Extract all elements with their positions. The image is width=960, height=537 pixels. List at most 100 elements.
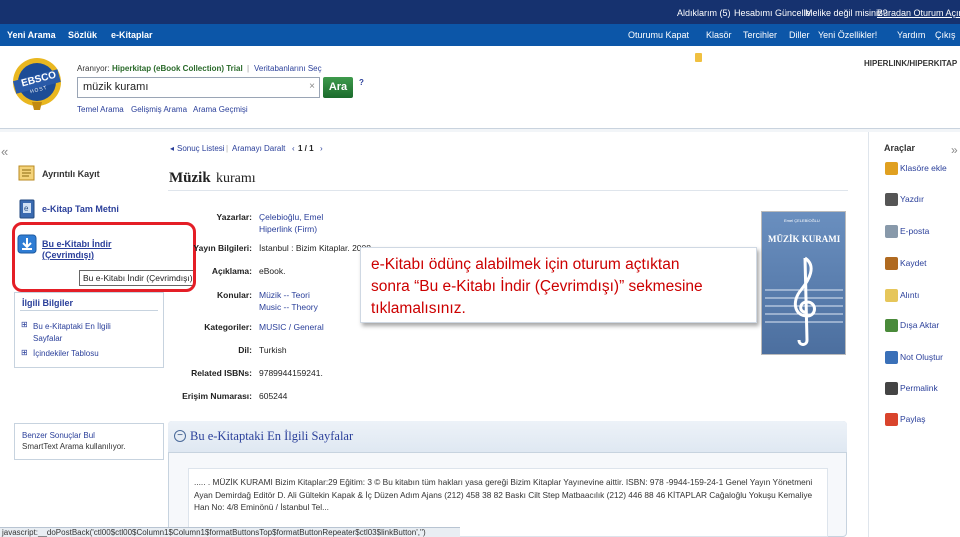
basic-search-link[interactable]: Temel Arama — [77, 105, 124, 114]
field-label-isbns: Related ISBNs: — [191, 368, 252, 378]
similar-results-box: Benzer Sonuçlar Bul SmartText Arama kull… — [14, 423, 164, 460]
expand-icon: ⊞ — [21, 348, 28, 357]
collapse-panel-icon[interactable]: − — [174, 430, 186, 442]
field-value-categories[interactable]: MUSIC / General — [259, 322, 324, 332]
note-icon — [885, 351, 898, 364]
book-cover[interactable]: Emel ÇELEBİOĞLU MÜZİK KURAMI — [761, 211, 846, 355]
field-value-subject-2[interactable]: Music -- Theory — [259, 302, 318, 312]
email-icon — [885, 225, 898, 238]
cover-title: MÜZİK KURAMI — [768, 234, 841, 244]
nav-sign-out[interactable]: Oturumu Kapat — [628, 30, 689, 40]
title-divider — [168, 190, 848, 191]
searching-label: Aranıyor: — [77, 64, 110, 73]
field-label-language: Dil: — [238, 345, 252, 355]
prev-icon[interactable]: ‹ — [292, 144, 295, 153]
folder-icon — [695, 53, 702, 62]
field-value-description: eBook. — [259, 266, 286, 276]
field-label-accession: Erişim Numarası: — [182, 391, 252, 401]
field-value-publication: İstanbul : Bizim Kitaplar. 2008 — [259, 243, 371, 253]
account-bar: Aldıklarım (5) Hesabımı Güncelle Melike … — [0, 0, 960, 24]
record-title-rest: kuramı — [216, 171, 256, 186]
nav-preferences[interactable]: Tercihler — [743, 30, 777, 40]
search-query-text: müzik kuramı — [83, 81, 149, 93]
related-link-relevant-pages[interactable]: Bu e-Kitaptaki En İlgili Sayfalar — [33, 321, 119, 345]
search-history-link[interactable]: Arama Geçmişi — [193, 105, 248, 114]
relevant-pages-title: Bu e-Kitaptaki En İlgili Sayfalar — [190, 429, 354, 443]
nav-new-search[interactable]: Yeni Arama — [7, 30, 56, 40]
nav-new-features[interactable]: Yeni Özellikler! — [818, 30, 877, 40]
field-value-author-1[interactable]: Çelebioğlu, Emel — [259, 212, 323, 222]
nav-folder[interactable]: Klasör — [706, 30, 732, 40]
cite-icon — [885, 289, 898, 302]
similar-results-link[interactable]: Benzer Sonuçlar Bul — [22, 430, 156, 441]
svg-text:e: e — [24, 204, 29, 213]
sidebar-item-ebook-fulltext[interactable]: e-Kitap Tam Metni — [42, 204, 119, 214]
nav-dictionary[interactable]: Sözlük — [68, 30, 97, 40]
cover-author: Emel ÇELEBİOĞLU — [784, 218, 820, 223]
clear-search-icon[interactable]: × — [309, 81, 315, 92]
breadcrumb-separator: | — [226, 144, 229, 153]
field-value-accession: 605244 — [259, 391, 288, 401]
record-title-bold: Müzik — [169, 170, 211, 186]
database-name: Hiperkitap (eBook Collection) Trial — [112, 64, 243, 73]
nav-ebooks[interactable]: e-Kitaplar — [111, 30, 153, 40]
tool-folder-add[interactable]: Klasöre ekle — [900, 163, 947, 173]
status-bar: javascript:__doPostBack('ctl00$ctl00$Col… — [0, 527, 460, 537]
status-text: javascript:__doPostBack('ctl00$ctl00$Col… — [2, 528, 426, 537]
relevant-pages-header[interactable]: − Bu e-Kitaptaki En İlgili Sayfalar — [168, 421, 847, 453]
main-nav: Yeni Arama Sözlük e-Kitaplar Oturumu Kap… — [0, 24, 960, 62]
collapse-left-icon[interactable]: « — [1, 144, 8, 159]
update-account-link[interactable]: Hesabımı Güncelle — [734, 8, 811, 18]
tool-permalink[interactable]: Permalink — [900, 383, 938, 393]
tool-email[interactable]: E-posta — [900, 226, 929, 236]
tools-title: Araçlar — [884, 143, 916, 153]
callout-line-2: sonra “Bu e-Kitabı İndir (Çevrimdışı)” s… — [371, 278, 703, 295]
search-button[interactable]: Ara — [323, 77, 353, 98]
ebsco-logo[interactable]: EBSCO HOST — [10, 54, 65, 112]
sign-in-link[interactable]: Buradan Oturum Açın. — [877, 8, 960, 18]
result-paging: 1 / 1 — [298, 144, 314, 153]
field-value-isbns: 9789944159241. — [259, 368, 323, 378]
tool-printer[interactable]: Yazdır — [900, 194, 924, 204]
choose-databases-link[interactable]: Veritabanlarını Seç — [254, 64, 322, 73]
tool-save[interactable]: Kaydet — [900, 258, 926, 268]
treble-clef-icon — [765, 256, 843, 346]
nav-languages[interactable]: Diller — [789, 30, 810, 40]
field-value-author-2[interactable]: Hiperlink (Firm) — [259, 224, 317, 234]
share-icon — [885, 413, 898, 426]
detailed-record-icon — [18, 165, 35, 181]
sidebar-item-detailed-record[interactable]: Ayrıntılı Kayıt — [42, 169, 100, 179]
nav-help[interactable]: Yardım — [897, 30, 925, 40]
snippet-text: ..... . MÜZİK KURAMI Bizim Kitaplar:29 E… — [194, 477, 813, 512]
ebook-icon: e — [19, 199, 35, 219]
related-divider — [20, 310, 158, 311]
field-value-subject-1[interactable]: Müzik -- Teori — [259, 290, 310, 300]
highlight-box — [12, 222, 196, 292]
tool-cite[interactable]: Alıntı — [900, 290, 919, 300]
search-input[interactable]: müzik kuramı × — [77, 77, 320, 98]
next-icon[interactable]: › — [320, 144, 323, 153]
smarttext-note: SmartText Arama kullanılıyor. — [22, 442, 126, 451]
field-label-subjects: Konular: — [217, 290, 252, 300]
printer-icon — [885, 193, 898, 206]
save-icon — [885, 257, 898, 270]
back-arrow-icon[interactable]: ◂ — [170, 144, 174, 153]
field-label-authors: Yazarlar: — [216, 212, 252, 222]
field-label-description: Açıklama: — [211, 266, 252, 276]
result-list-link[interactable]: Sonuç Listesi — [177, 144, 225, 153]
field-label-publication: Yayın Bilgileri: — [193, 243, 252, 253]
instruction-callout: e-Kitabı ödünç alabilmek için oturum açt… — [360, 247, 757, 323]
tool-export[interactable]: Dışa Aktar — [900, 320, 939, 330]
related-link-toc[interactable]: İçindekiler Tablosu — [33, 349, 99, 358]
aldiklarim-link[interactable]: Aldıklarım (5) — [677, 8, 731, 18]
tool-share[interactable]: Paylaş — [900, 414, 926, 424]
help-icon[interactable]: ? — [359, 78, 364, 87]
tool-note[interactable]: Not Oluştur — [900, 352, 943, 362]
expand-right-icon[interactable]: » — [951, 143, 958, 157]
folder-add-icon — [885, 162, 898, 175]
field-label-categories: Kategoriler: — [204, 322, 252, 332]
advanced-search-link[interactable]: Gelişmiş Arama — [131, 105, 187, 114]
expand-icon: ⊞ — [21, 320, 28, 329]
nav-exit[interactable]: Çıkış — [935, 30, 956, 40]
refine-search-link[interactable]: Aramayı Daralt — [232, 144, 285, 153]
